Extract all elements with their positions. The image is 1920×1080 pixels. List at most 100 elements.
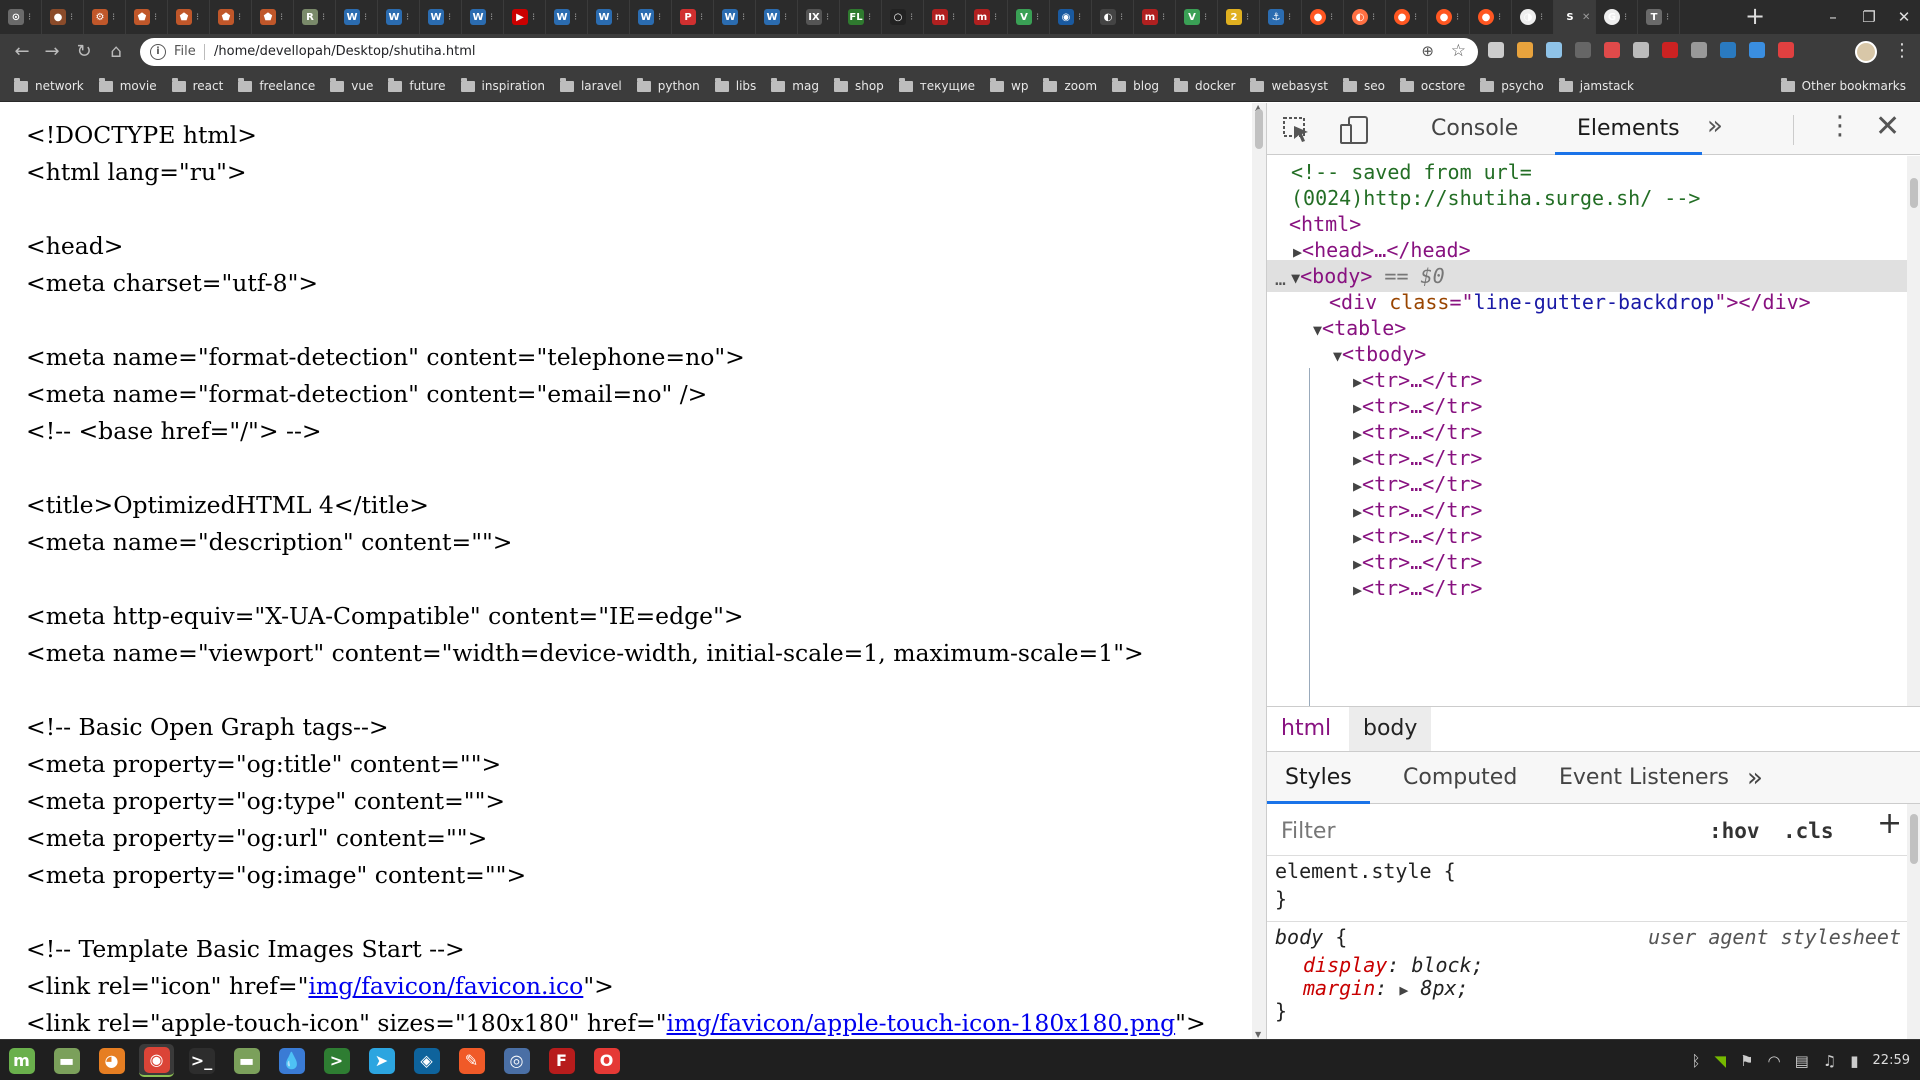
- browser-tab[interactable]: m ⁝: [966, 0, 1008, 34]
- browser-tab[interactable]: m ⁝: [924, 0, 966, 34]
- bookmark-folder[interactable]: movie: [98, 77, 157, 93]
- taskbar-app[interactable]: ➤: [364, 1044, 399, 1077]
- browser-tab[interactable]: ◉ ⁝: [1050, 0, 1092, 34]
- bookmark-folder[interactable]: blog: [1112, 77, 1159, 93]
- browser-tab[interactable]: W ⁝: [420, 0, 462, 34]
- bookmark-folder[interactable]: vue: [330, 77, 373, 93]
- url-text[interactable]: /home/devellopah/Desktop/shutiha.html: [214, 44, 475, 59]
- extension-icon[interactable]: [1662, 42, 1678, 58]
- collapse-triangle-icon[interactable]: ▼: [1291, 269, 1300, 287]
- tab-event-listeners[interactable]: Event Listeners: [1545, 752, 1743, 804]
- bookmark-folder[interactable]: текущие: [898, 77, 975, 93]
- cls-toggle[interactable]: .cls: [1783, 812, 1834, 850]
- device-toolbar-icon[interactable]: [1339, 115, 1369, 145]
- bookmark-folder[interactable]: psycho: [1480, 77, 1544, 93]
- bookmark-folder[interactable]: seo: [1342, 77, 1385, 93]
- tab-computed[interactable]: Computed: [1389, 752, 1531, 804]
- power-icon[interactable]: ▮: [1850, 1052, 1858, 1070]
- browser-tab[interactable]: IX ⁝: [798, 0, 840, 34]
- bookmark-folder[interactable]: mag: [771, 77, 819, 93]
- tab-elements[interactable]: Elements: [1555, 103, 1702, 155]
- extension-icon[interactable]: [1720, 42, 1736, 58]
- nvidia-icon[interactable]: ◥: [1715, 1052, 1727, 1070]
- reload-button[interactable]: ↻: [72, 40, 96, 64]
- expand-triangle-icon[interactable]: ▶: [1293, 243, 1302, 261]
- bookmark-folder[interactable]: docker: [1174, 77, 1235, 93]
- close-devtools-icon[interactable]: ✕: [1875, 109, 1900, 144]
- taskbar-app[interactable]: >_: [184, 1044, 219, 1077]
- breadcrumb-html[interactable]: html: [1267, 707, 1345, 751]
- more-panes-icon[interactable]: »: [1747, 752, 1763, 804]
- browser-tab[interactable]: W ⁝: [588, 0, 630, 34]
- browser-tab[interactable]: W ⁝: [756, 0, 798, 34]
- taskbar-app[interactable]: ◕: [94, 1044, 129, 1077]
- browser-tab[interactable]: 2 ⁝: [1218, 0, 1260, 34]
- browser-tab[interactable]: W ⁝: [714, 0, 756, 34]
- tree-node-tr[interactable]: ▶<tr>…</tr>: [1353, 572, 1482, 604]
- browser-tab[interactable]: ○ ⁝: [882, 0, 924, 34]
- collapse-triangle-icon[interactable]: ▼: [1313, 321, 1322, 339]
- new-tab-button[interactable]: +: [1742, 4, 1768, 30]
- browser-tab[interactable]: W ⁝: [546, 0, 588, 34]
- clock[interactable]: 22:59: [1873, 1053, 1910, 1068]
- body-rule-selector[interactable]: body {: [1275, 923, 1347, 951]
- expand-triangle-icon[interactable]: ▶: [1353, 373, 1362, 391]
- expand-triangle-icon[interactable]: ▶: [1353, 477, 1362, 495]
- zoom-icon[interactable]: ⊕: [1421, 42, 1434, 60]
- bookmark-folder[interactable]: jamstack: [1558, 77, 1634, 93]
- browser-tab[interactable]: ⚓ ⁝: [1260, 0, 1302, 34]
- source-link[interactable]: img/favicon/apple-touch-icon-180x180.png: [667, 1009, 1176, 1037]
- close-window-icon[interactable]: ✕: [1893, 6, 1915, 28]
- breadcrumb-body[interactable]: body: [1349, 707, 1432, 751]
- extension-icon[interactable]: [1546, 42, 1562, 58]
- scroll-down-icon[interactable]: ▼: [1255, 1030, 1261, 1039]
- taskbar-app[interactable]: O: [589, 1044, 624, 1077]
- taskbar-app[interactable]: ◉: [139, 1044, 174, 1077]
- bookmark-folder[interactable]: libs: [714, 77, 756, 93]
- taskbar-app[interactable]: ✎: [454, 1044, 489, 1077]
- browser-menu-icon[interactable]: ⋮: [1893, 40, 1911, 61]
- taskbar-app[interactable]: ◎: [499, 1044, 534, 1077]
- taskbar-app[interactable]: ▬: [49, 1044, 84, 1077]
- devtools-menu-icon[interactable]: ⋮: [1827, 111, 1853, 141]
- browser-tab[interactable]: ● ⁝: [1470, 0, 1512, 34]
- bookmark-folder[interactable]: webasyst: [1250, 77, 1328, 93]
- tab-console[interactable]: Console: [1409, 103, 1540, 155]
- styles-filter-input[interactable]: [1273, 812, 1681, 850]
- styles-scroll-thumb[interactable]: [1910, 814, 1918, 864]
- profile-avatar[interactable]: [1855, 41, 1877, 63]
- bookmark-folder[interactable]: react: [171, 77, 223, 93]
- browser-tab[interactable]: ◑ ⁝: [1512, 0, 1554, 34]
- taskbar-app[interactable]: >: [319, 1044, 354, 1077]
- extension-icon[interactable]: [1517, 42, 1533, 58]
- other-bookmarks[interactable]: Other bookmarks: [1780, 70, 1906, 102]
- styles-scrollbar[interactable]: [1907, 804, 1920, 1039]
- more-tabs-icon[interactable]: »: [1707, 111, 1723, 141]
- bookmark-folder[interactable]: ocstore: [1399, 77, 1465, 93]
- hov-toggle[interactable]: :hov: [1709, 812, 1760, 850]
- extension-icon[interactable]: [1749, 42, 1765, 58]
- browser-tab[interactable]: W ⁝: [336, 0, 378, 34]
- browser-tab[interactable]: ▶ ⁝: [504, 0, 546, 34]
- close-tab-icon[interactable]: ✕: [1582, 12, 1590, 23]
- extension-icon[interactable]: [1575, 42, 1591, 58]
- browser-tab[interactable]: ● ⁝: [1386, 0, 1428, 34]
- taskbar-app[interactable]: F: [544, 1044, 579, 1077]
- home-button[interactable]: ⌂: [104, 40, 128, 64]
- browser-tab[interactable]: R ⁝: [294, 0, 336, 34]
- expand-triangle-icon[interactable]: ▶: [1353, 555, 1362, 573]
- node-actions-icon[interactable]: …: [1275, 264, 1286, 296]
- browser-tab[interactable]: W ⁝: [462, 0, 504, 34]
- new-style-rule-icon[interactable]: +: [1877, 806, 1902, 841]
- bookmark-folder[interactable]: network: [14, 77, 84, 93]
- browser-tab[interactable]: P ⁝: [672, 0, 714, 34]
- bookmark-folder[interactable]: shop: [833, 77, 884, 93]
- extension-icon[interactable]: [1778, 42, 1794, 58]
- browser-tab[interactable]: T ⁝: [1638, 0, 1680, 34]
- expand-triangle-icon[interactable]: ▶: [1353, 529, 1362, 547]
- browser-tab[interactable]: ⬟ ⁝: [168, 0, 210, 34]
- expand-triangle-icon[interactable]: ▶: [1353, 399, 1362, 417]
- browser-tab[interactable]: m ⁝: [1134, 0, 1176, 34]
- browser-tab[interactable]: W ⁝: [630, 0, 672, 34]
- browser-tab[interactable]: ● ⁝: [1428, 0, 1470, 34]
